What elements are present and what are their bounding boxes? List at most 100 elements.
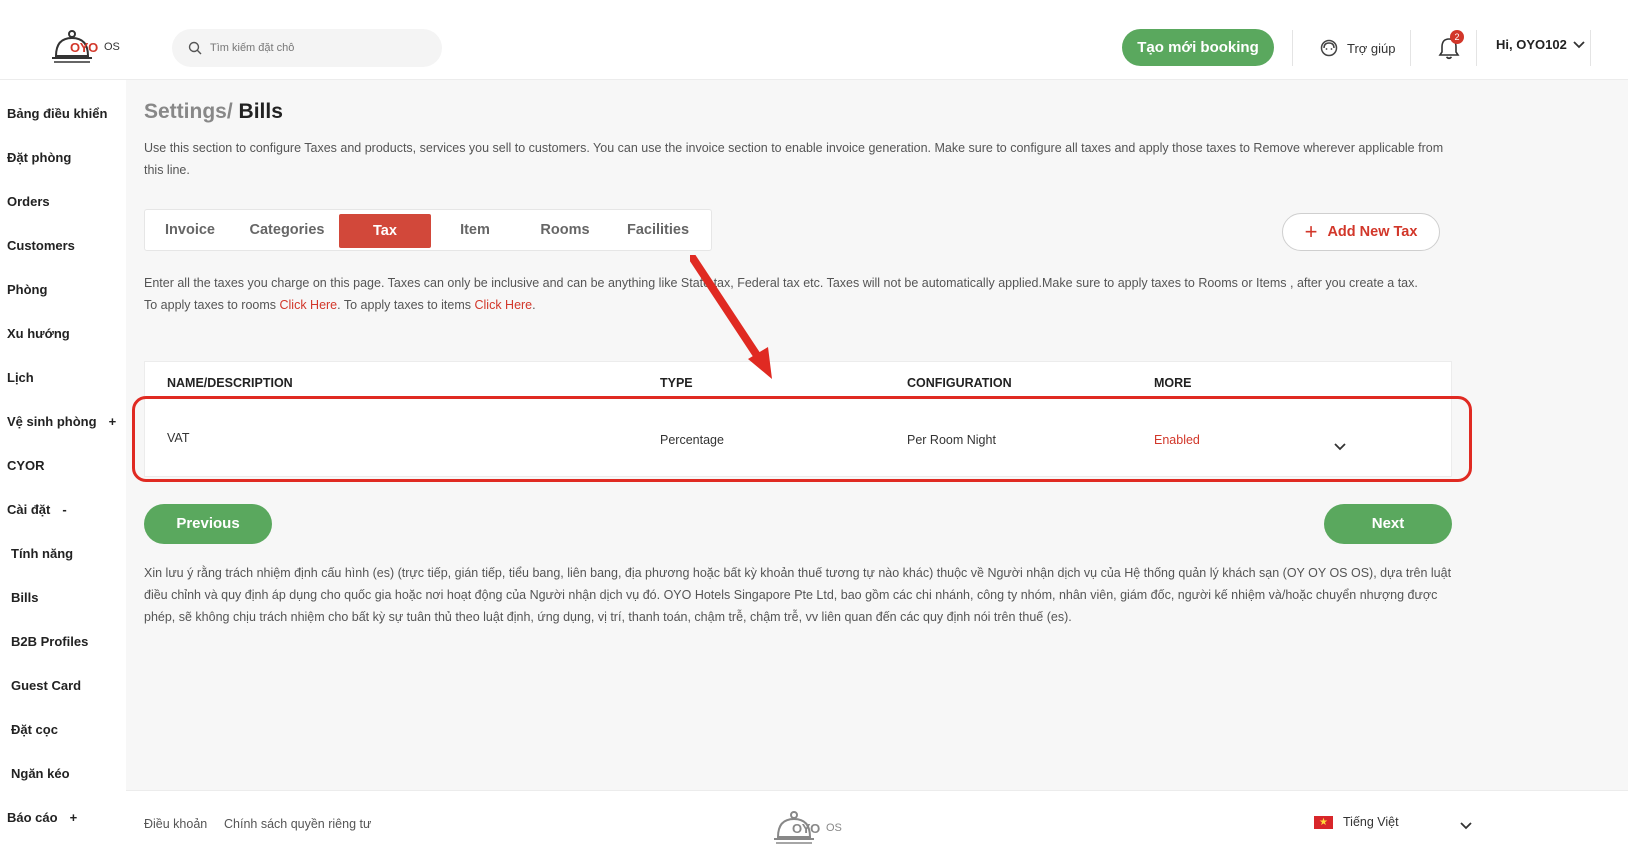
- sidebar-item-deposit[interactable]: Đặt cọc: [11, 722, 58, 737]
- next-button[interactable]: Next: [1324, 504, 1452, 544]
- sidebar-item-label: Báo cáo: [7, 810, 58, 825]
- sidebar-item-label: CYOR: [7, 458, 45, 473]
- oyo-os-logo[interactable]: OYO OS: [50, 26, 130, 66]
- header-divider: [1590, 30, 1591, 66]
- column-header-configuration: CONFIGURATION: [907, 376, 1012, 390]
- privacy-policy-link[interactable]: Chính sách quyền riêng tư: [224, 817, 371, 831]
- collapse-toggle[interactable]: -: [62, 502, 66, 517]
- tab-item[interactable]: Item: [431, 210, 519, 250]
- search-icon: [188, 41, 202, 55]
- sidebar-item-trends[interactable]: Xu hướng: [7, 326, 70, 341]
- column-header-more: MORE: [1154, 376, 1192, 390]
- rooms-prefix: To apply taxes to rooms: [144, 298, 280, 312]
- language-label: Tiếng Việt: [1343, 815, 1399, 829]
- tax-status: Enabled: [1154, 433, 1200, 447]
- chevron-down-icon[interactable]: [1333, 442, 1347, 452]
- rooms-click-here-link[interactable]: Click Here: [279, 298, 337, 312]
- sidebar-item-cyor[interactable]: CYOR: [7, 458, 45, 473]
- help-link[interactable]: Trợ giúp: [1319, 36, 1396, 60]
- user-menu[interactable]: Hi, OYO102: [1496, 37, 1585, 52]
- sidebar-item-settings[interactable]: Cài đặt -: [7, 502, 67, 517]
- tab-invoice[interactable]: Invoice: [145, 210, 235, 250]
- table-row[interactable]: VAT Percentage Per Room Night Enabled: [145, 406, 1451, 476]
- support-agent-icon: [1320, 39, 1338, 57]
- sidebar-item-drawer[interactable]: Ngăn kéo: [11, 766, 70, 781]
- tax-name: VAT: [167, 431, 190, 445]
- chevron-down-icon[interactable]: [1459, 821, 1473, 831]
- sidebar-item-label: Bills: [11, 590, 39, 605]
- column-header-type: TYPE: [660, 376, 693, 390]
- sidebar-item-label: Tính năng: [11, 546, 74, 561]
- tab-rooms[interactable]: Rooms: [519, 210, 611, 250]
- header-divider: [1476, 30, 1477, 66]
- column-header-name: NAME/DESCRIPTION: [167, 376, 293, 390]
- line-suffix: .: [532, 298, 536, 312]
- search-box[interactable]: [172, 29, 442, 67]
- sidebar-item-label: B2B Profiles: [11, 634, 89, 649]
- add-new-tax-label: Add New Tax: [1327, 224, 1418, 240]
- page-title: Bills: [238, 100, 283, 123]
- sidebar-item-customers[interactable]: Customers: [7, 238, 75, 253]
- sidebar-item-label: Cài đặt: [7, 502, 51, 517]
- logo-os-text: OS: [826, 822, 842, 834]
- settings-tabs: Invoice Categories Tax Item Rooms Facili…: [144, 209, 712, 251]
- intro-text: Use this section to configure Taxes and …: [144, 141, 1444, 177]
- sidebar-item-guest-card[interactable]: Guest Card: [11, 678, 81, 693]
- create-booking-button[interactable]: Tạo mới booking: [1122, 29, 1274, 66]
- chevron-down-icon: [1573, 40, 1585, 48]
- sidebar-item-orders[interactable]: Orders: [7, 194, 50, 209]
- expand-toggle[interactable]: +: [70, 810, 78, 825]
- header-divider: [1292, 30, 1293, 66]
- notification-badge: 2: [1450, 30, 1464, 44]
- expand-toggle[interactable]: +: [109, 414, 117, 429]
- sidebar-item-bills[interactable]: Bills: [11, 590, 38, 605]
- sidebar-item-label: Đặt phòng: [7, 150, 72, 165]
- sidebar-item-label: Đặt cọc: [11, 722, 58, 737]
- top-header: OYO OS Tạo mới booking Trợ giúp 2 Hi, OY…: [0, 0, 1628, 80]
- plus-icon: +: [1304, 219, 1318, 244]
- tab-facilities[interactable]: Facilities: [611, 210, 705, 250]
- sidebar-item-label: Phòng: [7, 282, 48, 297]
- tab-categories[interactable]: Categories: [235, 210, 339, 250]
- footer: Điều khoản Chính sách quyền riêng tư OYO…: [126, 790, 1628, 854]
- previous-button[interactable]: Previous: [144, 504, 272, 544]
- sidebar-item-label: Lịch: [7, 370, 34, 385]
- sidebar: Bảng điều khiển Đặt phòng Orders Custome…: [0, 80, 126, 854]
- add-new-tax-button[interactable]: + Add New Tax: [1282, 213, 1440, 251]
- sidebar-item-calendar[interactable]: Lịch: [7, 370, 34, 385]
- vietnam-flag-icon: ★: [1314, 815, 1333, 829]
- help-label: Trợ giúp: [1347, 40, 1396, 56]
- terms-link[interactable]: Điều khoản: [144, 817, 207, 831]
- logo-text: OYO: [792, 821, 820, 836]
- search-input[interactable]: [210, 29, 430, 67]
- header-divider: [1410, 30, 1411, 66]
- sidebar-item-dashboard[interactable]: Bảng điều khiển: [7, 106, 107, 121]
- disclaimer-text: Xin lưu ý rằng trách nhiệm định cấu hình…: [144, 566, 1452, 624]
- sidebar-item-label: Vệ sinh phòng: [7, 414, 97, 429]
- items-prefix: . To apply taxes to items: [337, 298, 475, 312]
- sidebar-item-label: Orders: [7, 194, 50, 209]
- annotation-arrow-icon: [690, 255, 772, 379]
- sidebar-item-rooms[interactable]: Phòng: [7, 282, 47, 297]
- sidebar-item-housekeeping[interactable]: Vệ sinh phòng +: [7, 414, 116, 429]
- sidebar-item-label: Ngăn kéo: [11, 766, 70, 781]
- sidebar-item-b2b-profiles[interactable]: B2B Profiles: [11, 634, 88, 649]
- items-click-here-link[interactable]: Click Here: [474, 298, 532, 312]
- breadcrumb-parent[interactable]: Settings/: [144, 100, 233, 123]
- sidebar-item-reports[interactable]: Báo cáo +: [7, 810, 77, 825]
- sidebar-item-label: Bảng điều khiển: [7, 106, 108, 121]
- logo-os-text: OS: [104, 41, 120, 53]
- tab-tax[interactable]: Tax: [339, 214, 431, 248]
- sidebar-item-features[interactable]: Tính năng: [11, 546, 73, 561]
- sidebar-item-label: Xu hướng: [7, 326, 70, 341]
- sidebar-item-bookings[interactable]: Đặt phòng: [7, 150, 71, 165]
- breadcrumb: Settings/ Bills: [144, 100, 283, 124]
- sidebar-item-label: Customers: [7, 238, 75, 253]
- sidebar-item-label: Guest Card: [11, 678, 82, 693]
- tax-configuration: Per Room Night: [907, 433, 996, 447]
- footer-oyo-os-logo: OYO OS: [772, 807, 852, 847]
- logo-text: OYO: [70, 40, 98, 55]
- language-selector[interactable]: ★ Tiếng Việt: [1314, 815, 1399, 829]
- tax-type: Percentage: [660, 433, 724, 447]
- user-greeting: Hi, OYO102: [1496, 37, 1567, 52]
